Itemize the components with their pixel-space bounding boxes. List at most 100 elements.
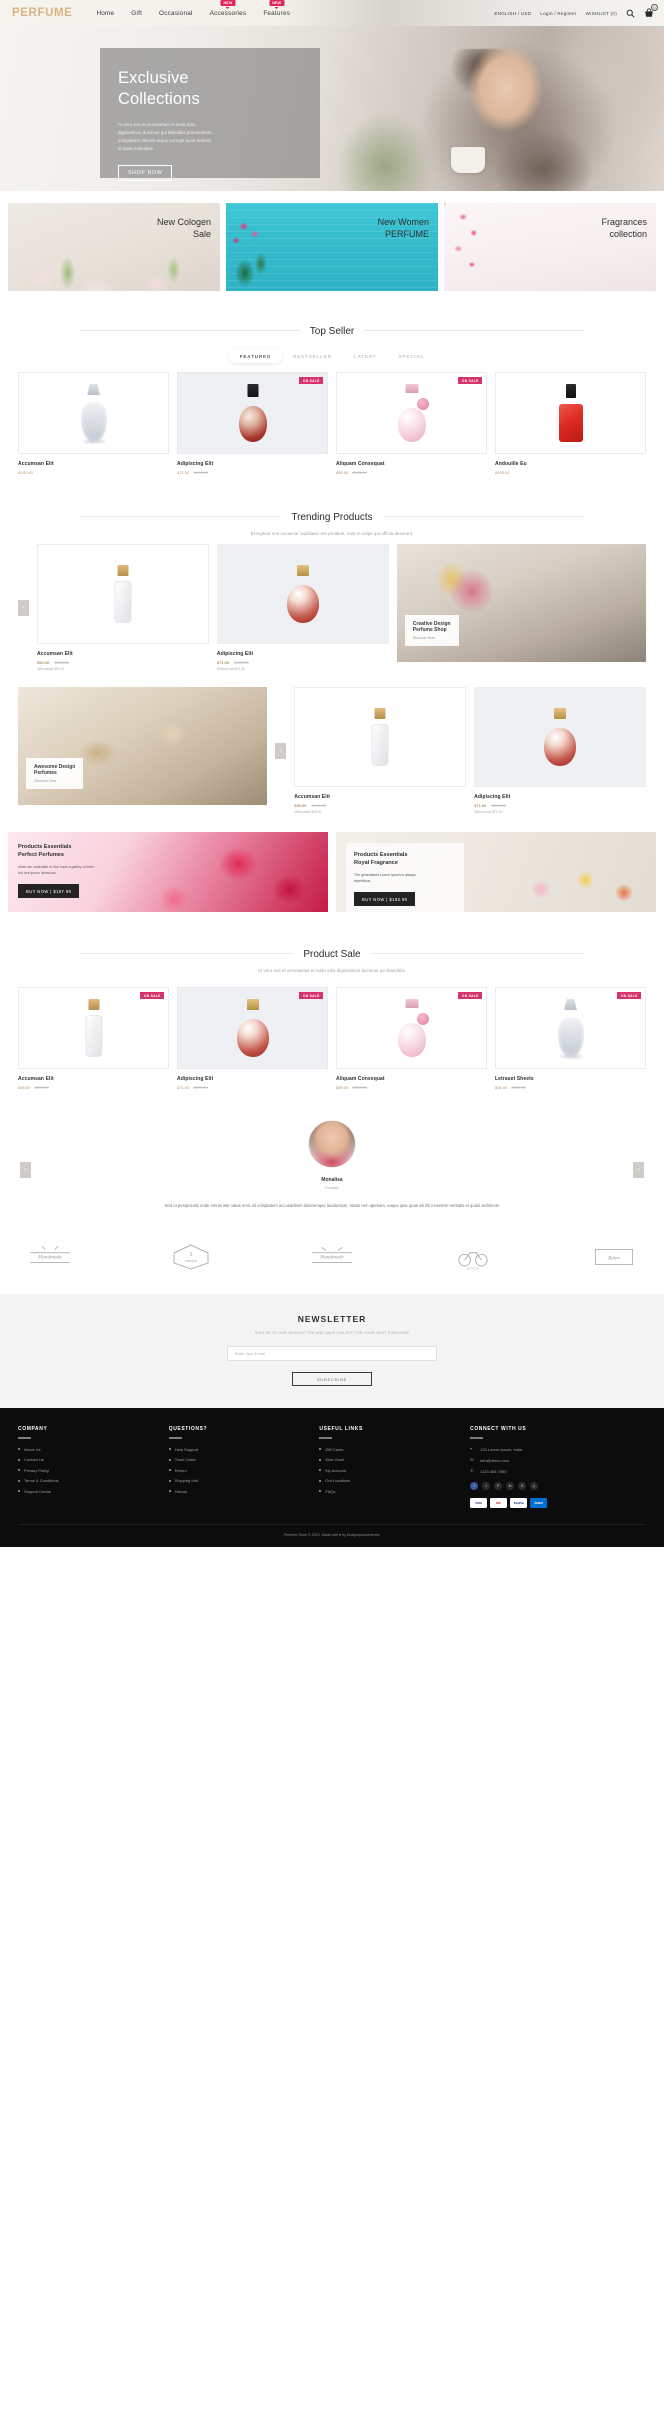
- tab-special[interactable]: SPECIAL: [387, 349, 435, 363]
- product-image: [18, 372, 169, 454]
- product-name: Aliquam Consequat: [336, 1076, 385, 1082]
- perfume-bottle-icon: [397, 384, 429, 442]
- product-sale-heading: Product Sale: [0, 944, 664, 962]
- twitter-icon[interactable]: t: [482, 1481, 491, 1490]
- shop-now-button[interactable]: SHOP NOW: [118, 165, 173, 182]
- testimonial-prev-button[interactable]: ‹: [20, 1162, 31, 1179]
- footer-link[interactable]: Contact Us: [18, 1457, 159, 1462]
- youtube-icon[interactable]: y: [530, 1481, 539, 1490]
- google-plus-icon[interactable]: G: [518, 1481, 527, 1490]
- product-card[interactable]: Adipiscing Elit $71.00 $100.00 Without v…: [216, 544, 389, 671]
- nav-item-gift[interactable]: Gift: [131, 10, 142, 17]
- site-header: PERFUME Home Gift Occasional NEW Accesso…: [0, 0, 664, 26]
- hero-title-line2: Collections: [118, 89, 200, 108]
- envelope-icon: ✉: [470, 1456, 474, 1462]
- promo-banner-royal-fragrance[interactable]: Products Essentials Royal Fragrance The …: [336, 832, 656, 912]
- perfume-bottle-icon: [544, 708, 577, 766]
- footer-column-title: CONNECT WITH US: [470, 1426, 527, 1433]
- footer-link[interactable]: Track Order: [169, 1457, 310, 1462]
- footer-columns: COMPANY About Us Contact Us Privacy Poli…: [18, 1426, 646, 1508]
- footer-link[interactable]: Shipping Info: [169, 1478, 310, 1483]
- promo-banner-women[interactable]: New Women PERFUME: [226, 203, 438, 291]
- product-card[interactable]: Accumsan Elit $90.00 $100.00 Withoutvat …: [37, 544, 209, 671]
- product-card[interactable]: ON SALE Aliquam Consequat $90.00 $100.00: [336, 987, 487, 1090]
- footer-link[interactable]: Support Centre: [18, 1489, 159, 1494]
- wishlist-link[interactable]: WISHLIST (0): [585, 11, 617, 16]
- footer-link[interactable]: Our Locations: [319, 1478, 460, 1483]
- on-sale-badge: ON SALE: [458, 992, 482, 999]
- caption-link[interactable]: Discover Now: [413, 636, 451, 640]
- buy-now-button[interactable]: BUY NOW | $197.99: [18, 884, 80, 899]
- caption-link[interactable]: Discover Now: [34, 779, 75, 783]
- paypal-icon: PayPal: [510, 1497, 528, 1508]
- nav-item-occasional[interactable]: Occasional: [159, 10, 193, 17]
- product-price: $150.00: [18, 470, 169, 475]
- address-text: 123 Lorem Ipsum, India: [480, 1446, 523, 1452]
- tab-featured[interactable]: FEATURED: [228, 349, 283, 363]
- nav-item-home[interactable]: Home: [96, 10, 114, 17]
- product-card[interactable]: Accumsan Elit $90.00 $100.00 Withoutvat …: [294, 687, 467, 814]
- footer-link[interactable]: Gift Cards: [319, 1447, 460, 1452]
- footer-email[interactable]: ✉ info@demo.com: [470, 1456, 646, 1463]
- cart-icon[interactable]: 0: [644, 4, 658, 18]
- product-card[interactable]: ON SALE Adipiscing Elit $71.00 $100.00: [177, 987, 328, 1090]
- product-card[interactable]: ON SALE Letraset Sheets $91.00 $100.00: [495, 987, 646, 1090]
- avatar: [308, 1120, 356, 1168]
- newsletter-email-input[interactable]: Enter Your Email: [227, 1346, 437, 1362]
- facebook-icon[interactable]: f: [470, 1481, 479, 1490]
- promo-banner-perfect-perfumes[interactable]: Products Essentials Perfect Perfumes whe…: [8, 832, 328, 912]
- carousel-prev-button[interactable]: ‹: [18, 599, 29, 616]
- site-logo[interactable]: PERFUME: [8, 7, 72, 19]
- newsletter-placeholder: Enter Your Email: [235, 1351, 265, 1357]
- hero-banner: Exclusive Collections At vero eos et acc…: [0, 26, 664, 191]
- footer-link[interactable]: Privacy Policy: [18, 1468, 159, 1473]
- footer-phone[interactable]: ✆ 1123 456 7890: [470, 1468, 646, 1474]
- footer-link[interactable]: Return: [169, 1468, 310, 1473]
- buy-now-button[interactable]: BUY NOW | $193.99: [354, 892, 416, 907]
- promo-text: New Cologen Sale: [157, 203, 220, 240]
- promo-text: New Women PERFUME: [378, 203, 438, 240]
- search-icon[interactable]: [626, 9, 635, 18]
- footer-link[interactable]: Size Chart: [319, 1457, 460, 1462]
- product-card[interactable]: ON SALE Accumsan Elit $90.00 $100.00: [18, 987, 169, 1090]
- footer-link[interactable]: My Account: [319, 1468, 460, 1473]
- login-register-link[interactable]: Login / Register: [540, 11, 576, 16]
- footer-link[interactable]: Terms & Conditions: [18, 1478, 159, 1483]
- testimonial-next-button[interactable]: ›: [633, 1162, 644, 1179]
- pinterest-icon[interactable]: P: [494, 1481, 503, 1490]
- footer-link[interactable]: FAQs: [319, 1489, 460, 1494]
- hero-title: Exclusive Collections: [118, 68, 308, 110]
- product-card[interactable]: Adipiscing Elit $71.00 $100.00 Without v…: [474, 687, 647, 814]
- product-card[interactable]: Accumsan Elit $150.00: [18, 372, 169, 475]
- nav-item-features[interactable]: NEW Features: [263, 0, 290, 17]
- tab-latest[interactable]: LATEST: [343, 349, 388, 363]
- product-vat-note: Without vat $71.00: [216, 667, 246, 671]
- carousel-prev-button[interactable]: ‹: [275, 742, 287, 759]
- nav-item-accessories[interactable]: NEW Accessories: [210, 0, 247, 17]
- product-name: Adipiscing Elit: [177, 1076, 214, 1082]
- tab-bestseller[interactable]: BESTSELLER: [282, 349, 343, 363]
- promo-card-creative-design[interactable]: Creative Design Perfume Shop Discover No…: [396, 544, 647, 662]
- price-old: $100.00: [193, 1085, 208, 1090]
- testimonial-quote: Sed ut perspiciatis unde omnis iste natu…: [164, 1203, 500, 1208]
- banner-title: Products Essentials Royal Fragrance: [354, 851, 456, 868]
- subscribe-button[interactable]: SUBSCRIBE: [292, 1372, 372, 1387]
- promo-banner-fragrances[interactable]: Fragrances collection: [444, 203, 656, 291]
- footer-link[interactable]: History: [169, 1489, 310, 1494]
- product-card[interactable]: ON SALE Aliquam Consequat $90.00 $100.00: [336, 372, 487, 475]
- brand-logo-bicycle-1: 1 PREMIUM: [165, 1240, 217, 1274]
- footer-link[interactable]: Help Support: [169, 1447, 310, 1452]
- language-currency-selector[interactable]: ENGLISH / USD: [494, 11, 531, 16]
- product-image: ON SALE: [18, 987, 169, 1069]
- footer-link[interactable]: About Us: [18, 1447, 159, 1452]
- product-card[interactable]: Andouille Eu $100.00: [495, 372, 646, 475]
- linkedin-icon[interactable]: in: [506, 1481, 515, 1490]
- promo-line2: PERFUME: [384, 229, 429, 240]
- banner-title-line1: Products Essentials: [354, 852, 408, 858]
- product-image: [37, 544, 209, 644]
- promo-card-awesome-design[interactable]: Awesome Design Perfumes Discover Now: [18, 687, 268, 805]
- product-price: $91.00 $100.00: [495, 1085, 646, 1090]
- promo-banner-cologen[interactable]: New Cologen Sale: [8, 203, 220, 291]
- product-name: Aliquam Consequat: [336, 461, 385, 467]
- product-card[interactable]: ON SALE Adipiscing Elit $71.00 $100.00: [177, 372, 328, 475]
